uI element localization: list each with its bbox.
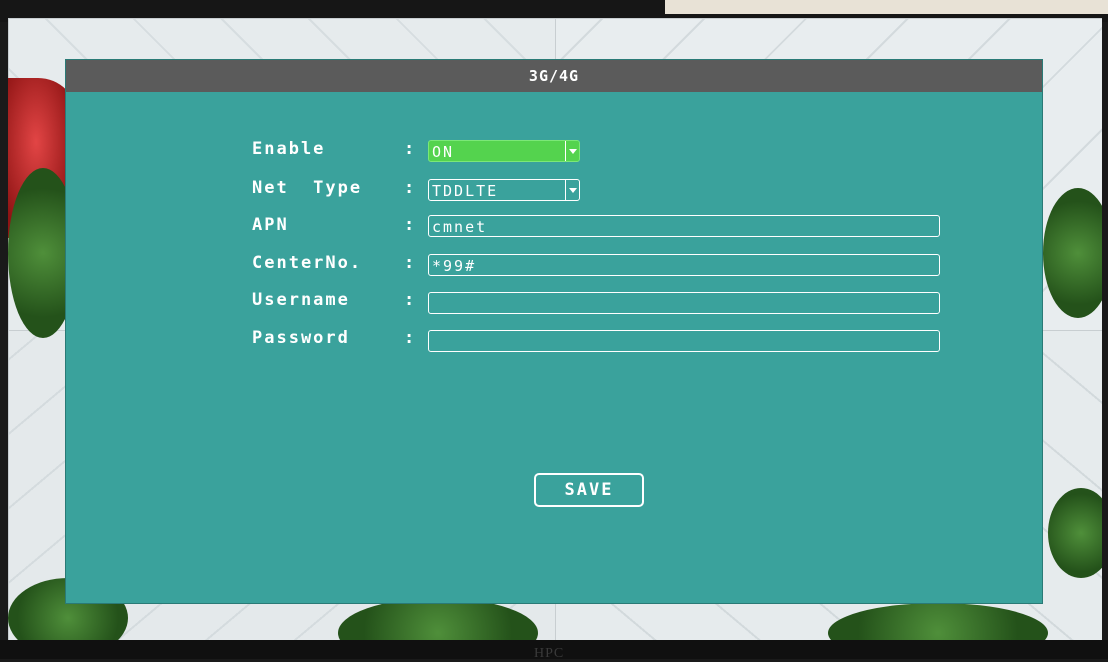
net-type-value: TDDLTE: [432, 182, 499, 200]
colon: :: [404, 215, 415, 235]
colon: :: [404, 290, 415, 310]
apn-input[interactable]: cmnet: [428, 215, 940, 237]
colon: :: [404, 178, 415, 198]
center-no-input[interactable]: *99#: [428, 254, 940, 276]
colon: :: [404, 253, 415, 273]
username-label: Username: [252, 290, 350, 310]
net-type-select[interactable]: TDDLTE: [428, 179, 580, 201]
enable-value: ON: [432, 143, 455, 161]
password-label: Password: [252, 328, 350, 348]
enable-select[interactable]: ON: [428, 140, 580, 162]
dropdown-arrow-icon[interactable]: [565, 141, 579, 161]
center-no-label: CenterNo.: [252, 253, 363, 273]
enable-label: Enable: [252, 139, 326, 159]
password-input[interactable]: [428, 330, 940, 352]
net-type-label: Net Type: [252, 178, 363, 198]
colon: :: [404, 328, 415, 348]
colon: :: [404, 139, 415, 159]
dialog-title: 3G/4G: [66, 60, 1042, 92]
network-settings-dialog: 3G/4G Enable : ON Net Type : TDDLTE APN …: [66, 60, 1042, 603]
apn-label: APN: [252, 215, 289, 235]
dropdown-arrow-icon[interactable]: [565, 180, 579, 200]
username-input[interactable]: [428, 292, 940, 314]
save-button[interactable]: SAVE: [534, 473, 644, 507]
monitor-brand-logo: HPC: [534, 646, 565, 661]
background-wall: [665, 0, 1108, 14]
